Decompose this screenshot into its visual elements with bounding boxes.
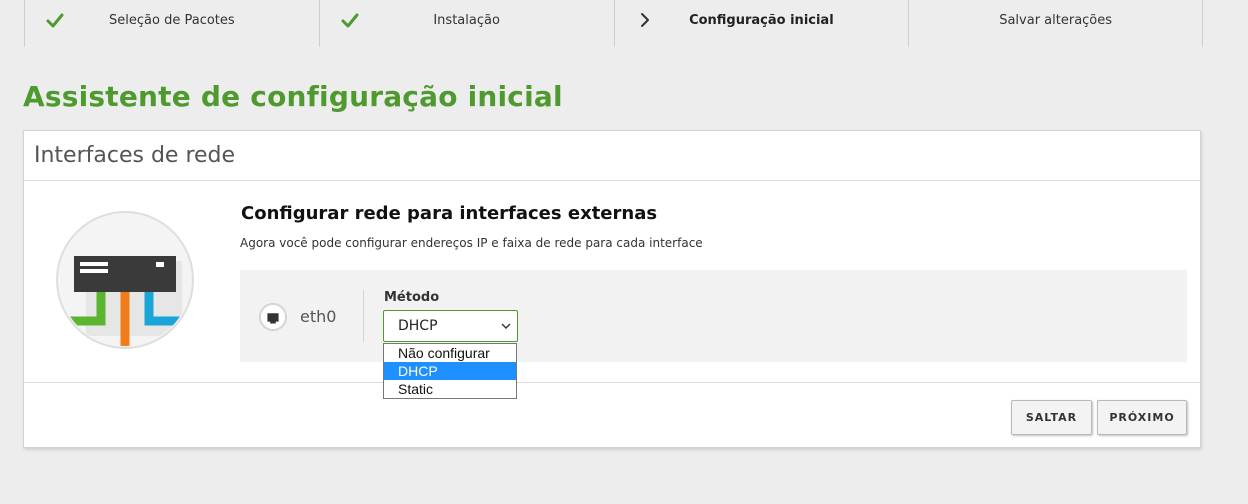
panel-header: Interfaces de rede: [24, 131, 1200, 181]
panel-body: Configurar rede para interfaces externas…: [24, 181, 1200, 383]
step-initial-config: Configuração inicial: [613, 0, 909, 47]
option-no-config[interactable]: Não configurar: [384, 344, 516, 362]
option-dhcp[interactable]: DHCP: [384, 362, 516, 380]
skip-button[interactable]: SALTAR: [1011, 400, 1092, 435]
step-label: Instalação: [433, 13, 500, 28]
chevron-down-icon: [501, 323, 511, 329]
page-title: Assistente de configuração inicial: [23, 80, 563, 113]
step-installation: Instalação: [318, 0, 614, 47]
ethernet-port-icon: [259, 303, 287, 331]
check-icon: [46, 13, 64, 28]
method-select-value: DHCP: [398, 318, 438, 334]
interface-name: eth0: [300, 307, 337, 326]
step-label: Seleção de Pacotes: [109, 13, 235, 28]
step-package-selection: Seleção de Pacotes: [24, 0, 319, 47]
next-button[interactable]: PRÓXIMO: [1097, 400, 1187, 435]
method-select[interactable]: DHCP: [383, 310, 518, 342]
step-label: Configuração inicial: [689, 13, 834, 28]
option-static[interactable]: Static: [384, 380, 516, 398]
network-switch-illustration-icon: [56, 211, 194, 349]
method-dropdown-list: Não configurar DHCP Static: [383, 343, 517, 399]
section-description: Agora você pode configurar endereços IP …: [240, 236, 703, 250]
step-label: Salvar alterações: [999, 13, 1113, 28]
divider: [363, 290, 364, 342]
step-save-changes: Salvar alterações: [908, 0, 1203, 47]
chevron-right-icon: [640, 13, 649, 27]
method-label: Método: [384, 290, 440, 305]
wizard-steps: Seleção de Pacotes Instalação Configuraç…: [24, 0, 1203, 47]
section-title: Configurar rede para interfaces externas: [241, 203, 658, 224]
check-icon: [341, 13, 359, 28]
